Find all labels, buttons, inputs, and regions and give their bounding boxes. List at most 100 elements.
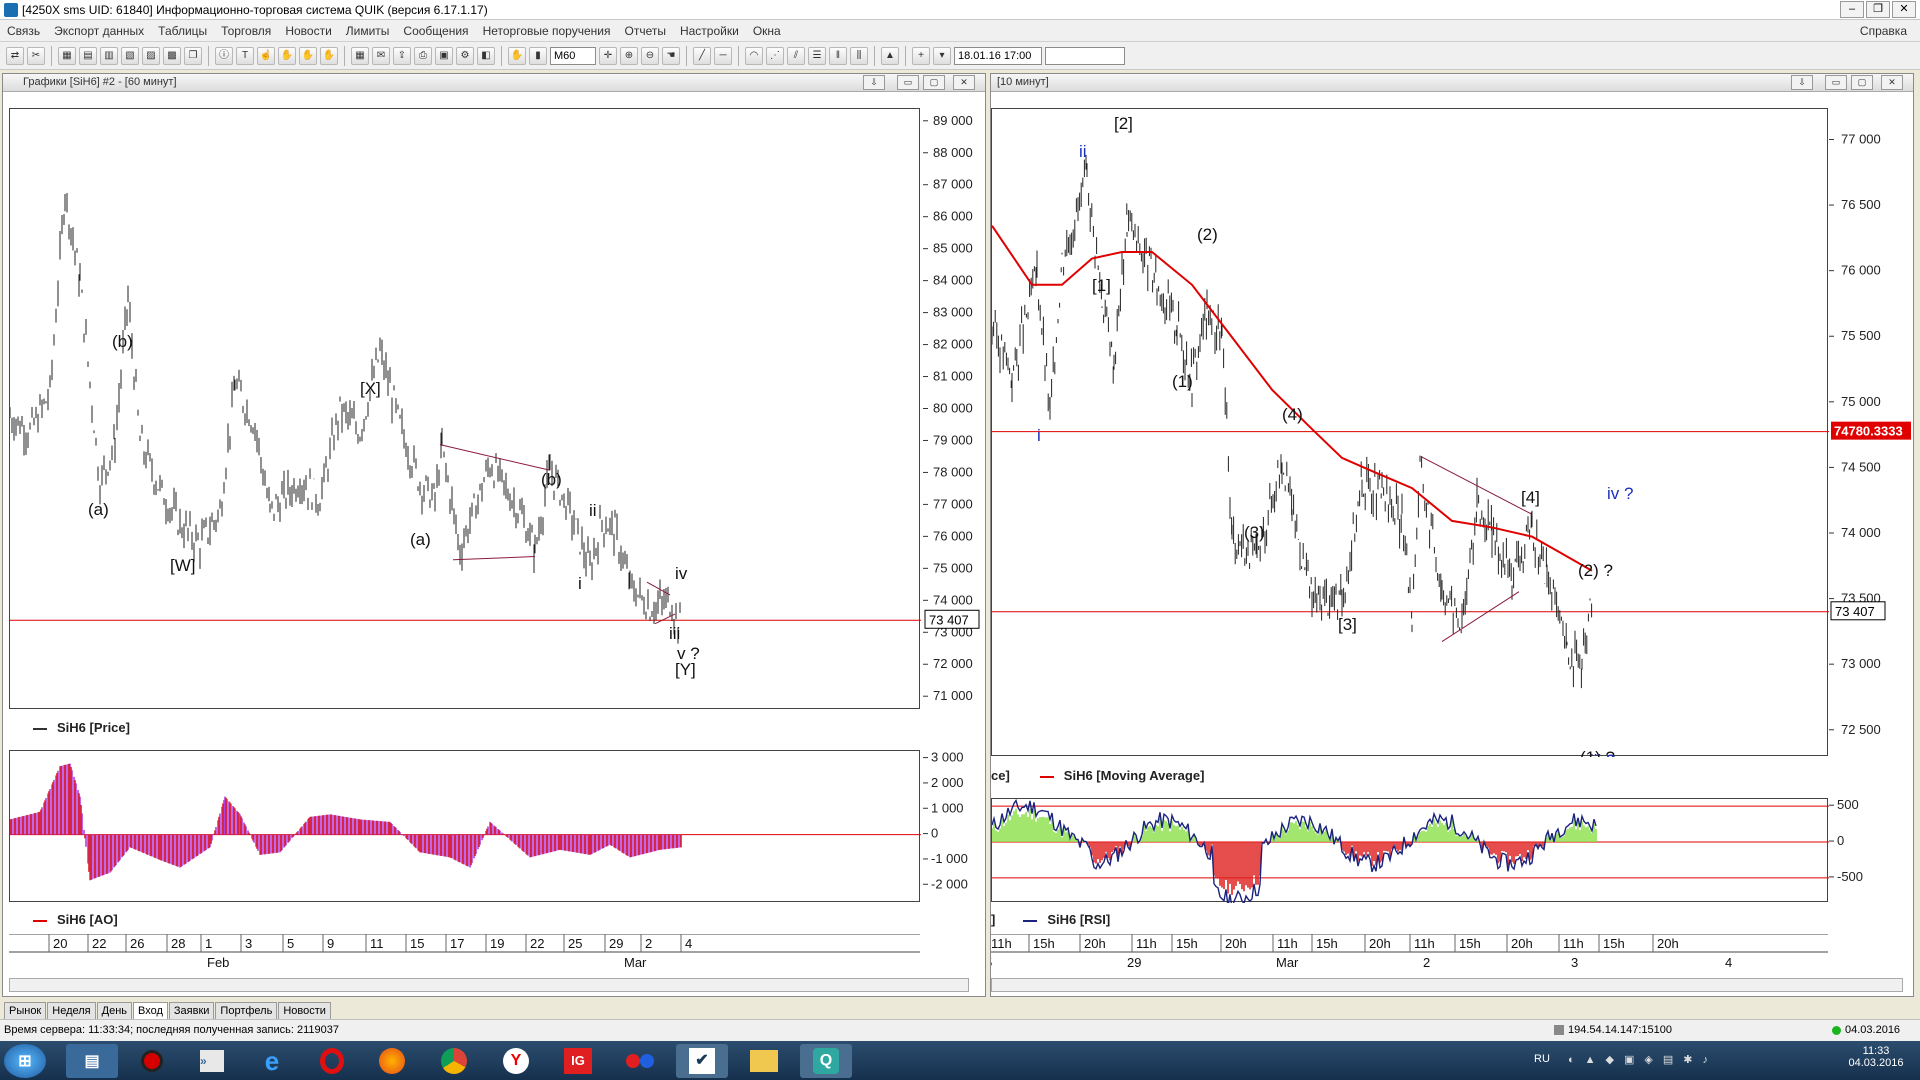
add-icon[interactable]: +: [912, 46, 930, 65]
text-icon[interactable]: T: [236, 46, 254, 65]
restore-button[interactable]: ❐: [1866, 1, 1890, 18]
remote-app-icon[interactable]: »: [186, 1044, 238, 1078]
chrome-app-icon[interactable]: [428, 1044, 480, 1078]
left-max-button[interactable]: ▢: [923, 75, 945, 90]
arc-icon[interactable]: ◠: [745, 46, 763, 65]
hand-tool-icon[interactable]: ✋: [508, 46, 526, 65]
left-ao-chart[interactable]: [9, 751, 921, 903]
trades-icon[interactable]: ▧: [121, 46, 139, 65]
menu-connection[interactable]: Связь: [0, 24, 47, 38]
buy-icon[interactable]: ✋: [278, 46, 296, 65]
date-field[interactable]: 18.01.16 17:00: [954, 46, 1042, 65]
menu-nontrading[interactable]: Неторговые поручения: [476, 24, 618, 38]
right-pin-button[interactable]: ⇩: [1791, 75, 1813, 90]
recorder-app-icon[interactable]: [126, 1044, 178, 1078]
disconnect-icon[interactable]: ✂: [27, 46, 45, 65]
chart-export-icon[interactable]: ⇪: [393, 46, 411, 65]
tab-market[interactable]: Рынок: [4, 1002, 47, 1019]
channel-icon[interactable]: ⫽: [787, 46, 805, 65]
left-price-panel[interactable]: (a) (b) [W] [X] (a) (b) i ii iii iv v ? [Y]: [9, 108, 921, 710]
hand-icon[interactable]: ☝: [257, 46, 275, 65]
right-price-chart[interactable]: [2][1](2)(1)(4)(3)[3][4](2) ?(1) ?iiiiv …: [991, 109, 1829, 770]
close-button[interactable]: ✕: [1892, 1, 1916, 18]
tab-day[interactable]: День: [96, 1002, 132, 1019]
orders-icon[interactable]: ▥: [100, 46, 118, 65]
app-dots-icon[interactable]: [614, 1044, 666, 1078]
chart-colors-icon[interactable]: ◧: [477, 46, 495, 65]
crosshair-icon[interactable]: ✛: [599, 46, 617, 65]
tab-news[interactable]: Новости: [278, 1002, 331, 1019]
firefox-app-icon[interactable]: [366, 1044, 418, 1078]
tab-orders[interactable]: Заявки: [168, 1002, 215, 1019]
table-icon[interactable]: ▦: [58, 46, 76, 65]
wave-label: [2]: [1114, 114, 1133, 133]
menu-windows[interactable]: Окна: [746, 24, 788, 38]
copy-icon[interactable]: ❐: [184, 46, 202, 65]
menu-messages[interactable]: Сообщения: [396, 24, 475, 38]
dropdown-arrow-icon[interactable]: ▾: [933, 46, 951, 65]
right-min-button[interactable]: ▭: [1825, 75, 1847, 90]
sell-icon[interactable]: ✋: [299, 46, 317, 65]
right-rsi-panel[interactable]: [991, 798, 1829, 909]
chart-table-icon[interactable]: ▦: [351, 46, 369, 65]
chart-print-icon[interactable]: ⎙: [414, 46, 432, 65]
positions-icon[interactable]: ▨: [142, 46, 160, 65]
ig-app-icon[interactable]: IG: [552, 1044, 604, 1078]
tab-week[interactable]: Неделя: [47, 1002, 96, 1019]
right-scrollbar[interactable]: [991, 978, 1903, 992]
menu-export[interactable]: Экспорт данных: [47, 24, 151, 38]
left-close-button[interactable]: ✕: [953, 75, 975, 90]
menu-reports[interactable]: Отчеты: [617, 24, 672, 38]
explorer-app-icon[interactable]: ▤: [66, 1044, 118, 1078]
pan-icon[interactable]: ☚: [662, 46, 680, 65]
period-icon[interactable]: ⫼: [850, 46, 868, 65]
menu-help[interactable]: Справка: [1853, 24, 1914, 38]
menu-news[interactable]: Новости: [278, 24, 338, 38]
opera-app-icon[interactable]: [306, 1044, 358, 1078]
zoom-out-icon[interactable]: ⊖: [641, 46, 659, 65]
quotes-icon[interactable]: ▤: [79, 46, 97, 65]
left-min-button[interactable]: ▭: [897, 75, 919, 90]
indicator-icon[interactable]: ▲: [881, 46, 899, 65]
menu-tables[interactable]: Таблицы: [151, 24, 214, 38]
tab-portfolio[interactable]: Портфель: [215, 1002, 278, 1019]
trendline-icon[interactable]: ╱: [693, 46, 711, 65]
right-close-button[interactable]: ✕: [1881, 75, 1903, 90]
tab-entry[interactable]: Вход: [133, 1002, 168, 1019]
ie-app-icon[interactable]: e: [246, 1044, 298, 1078]
left-ao-panel[interactable]: [9, 750, 921, 903]
connect-icon[interactable]: ⇄: [6, 46, 24, 65]
chart-save-icon[interactable]: ▣: [435, 46, 453, 65]
right-rsi-chart[interactable]: [991, 798, 1829, 909]
yandex-app-icon[interactable]: Y: [490, 1044, 542, 1078]
taskbar-clock[interactable]: 11:33 04.03.2016: [1846, 1045, 1906, 1069]
minimize-button[interactable]: –: [1840, 1, 1864, 18]
left-scrollbar[interactable]: [9, 978, 969, 992]
stop-icon[interactable]: ✋: [320, 46, 338, 65]
left-pin-button[interactable]: ⇩: [863, 75, 885, 90]
menu-trading[interactable]: Торговля: [214, 24, 278, 38]
menu-limits[interactable]: Лимиты: [339, 24, 397, 38]
zoom-in-icon[interactable]: ⊕: [620, 46, 638, 65]
menu-settings[interactable]: Настройки: [673, 24, 746, 38]
limits-icon[interactable]: ▩: [163, 46, 181, 65]
folder-app-icon[interactable]: [738, 1044, 790, 1078]
check-app-icon[interactable]: ✔: [676, 1044, 728, 1078]
vlines-icon[interactable]: ‖: [829, 46, 847, 65]
bar-chart-icon[interactable]: ▮: [529, 46, 547, 65]
start-button-icon[interactable]: ⊞: [4, 1044, 46, 1078]
info-icon[interactable]: ⓘ: [215, 46, 233, 65]
chart-alert-icon[interactable]: ✉: [372, 46, 390, 65]
language-indicator[interactable]: RU: [1534, 1053, 1550, 1065]
quik-app-taskbar-icon[interactable]: Q: [800, 1044, 852, 1078]
fibonacci-icon[interactable]: ☰: [808, 46, 826, 65]
day-label: 2: [1423, 955, 1430, 970]
date-field-extra[interactable]: [1045, 46, 1125, 65]
chart-settings-icon[interactable]: ⚙: [456, 46, 474, 65]
right-max-button[interactable]: ▢: [1851, 75, 1873, 90]
interval-select[interactable]: M60: [550, 46, 596, 65]
hline-icon[interactable]: ─: [714, 46, 732, 65]
left-price-chart[interactable]: (a)(b)[W][X](a)(b)iiiiiiivv ?[Y]: [9, 109, 921, 710]
right-price-panel[interactable]: [2][1](2)(1)(4)(3)[3][4](2) ?(1) ?iiiiv …: [991, 108, 1829, 770]
fan-icon[interactable]: ⋰: [766, 46, 784, 65]
